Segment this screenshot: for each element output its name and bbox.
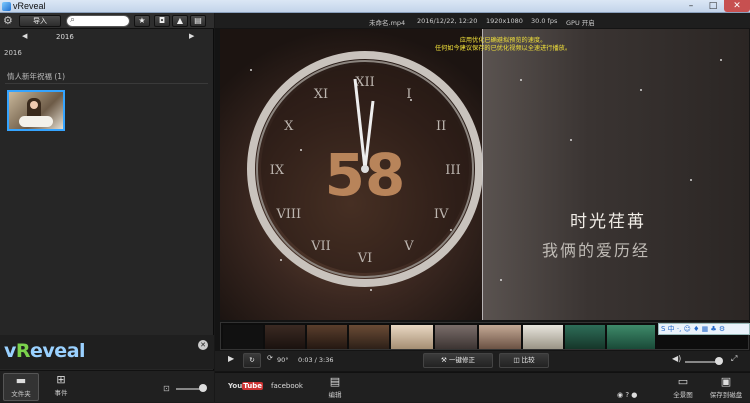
video-resolution: 1920x1080 [486,17,523,25]
volume-slider[interactable] [685,361,719,363]
library-panel: ⚙ 导入 ⌕ ★ ◘ ▲ ▤ ◀ 2016 ▶ 2016 情人新年祝福 (1) … [0,13,214,402]
play-icon[interactable]: ▶ [228,354,234,363]
clock-numeral: II [436,119,446,134]
auto-fix-button[interactable]: ⚒ 一键修正 [423,353,493,368]
player-bottom-bar: YouTube facebook ▤ 编辑 ◉ ? ● ▭ 全景图 ▣ 保存到磁… [215,372,750,402]
search-icon: ⌕ [70,15,76,25]
clock-numeral: IX [270,163,285,178]
vreveal-logo: vReveal [4,340,86,362]
import-button[interactable]: 导入 [19,15,61,27]
prev-year-arrow-icon[interactable]: ◀ [22,32,27,40]
close-button[interactable]: ✕ [724,0,750,12]
clock-numeral: XII [355,75,375,90]
optimization-notice: 应用优化已确避拟预览的速度。 任何如今建议保存的已优化视频以全速进行播放。 [434,37,572,52]
rotate-icon[interactable]: ⟳ [267,354,273,362]
save-disk-icon: ▣ [720,375,732,388]
rotate-label[interactable]: 90° [277,356,289,364]
save-to-disk-button[interactable]: ▣ 保存到磁盘 [706,375,746,403]
panorama-icon: ▭ [677,375,689,388]
window-title: vReveal [13,1,46,11]
favorite-star-icon[interactable]: ★ [134,15,150,27]
enhanced-view [482,29,749,320]
maximize-button[interactable]: □ [702,0,724,12]
clock-numeral: IV [434,207,449,222]
year-navigator: ◀ 2016 ▶ [0,30,214,44]
thumbnail-zoom-icon: ⊡ [163,384,170,393]
clock-number: 58 [325,141,406,209]
video-datetime: 2016/12/22, 12:20 [417,17,478,25]
ime-toolbar[interactable]: S 中 ·, ☺ ♦ ▦ ♣ ⚙ [658,323,750,335]
video-caption-1: 时光荏苒 [570,212,646,232]
clock-numeral: VIII [275,207,301,222]
timeline-filmstrip[interactable]: S 中 ·, ☺ ♦ ▦ ♣ ⚙ [220,322,750,350]
title-bar: vReveal – □ ✕ [0,0,750,13]
year-heading: 2016 [4,49,22,57]
film-filter-icon[interactable]: ▤ [190,15,206,27]
playback-controls: ▶ ↻ ⟳ 90° 0:03 / 3:36 ⚒ 一键修正 ◫ 比较 ◀) ⤢ [215,351,750,371]
volume-knob[interactable] [715,357,723,365]
clock-numeral: V [403,239,414,254]
panorama-button[interactable]: ▭ 全景图 [668,375,698,403]
clock-numeral: X [284,119,294,134]
minimize-button[interactable]: – [680,0,702,12]
tab-events[interactable]: ⊞ 事件 [43,373,79,401]
settings-icon[interactable]: ⚙ [3,14,13,27]
app-icon [2,2,11,11]
volume-icon[interactable]: ◀) [672,354,681,363]
facebook-button[interactable]: facebook [271,382,303,390]
time-display: 0:03 / 3:36 [298,356,334,364]
next-year-arrow-icon[interactable]: ▶ [189,32,194,40]
video-preview[interactable]: XII I II III IV V VI VII VIII IX X XI 58 应用优化已确避拟预览… [220,29,749,320]
grid-icon: ⊞ [56,373,66,386]
edit-button[interactable]: ▤ 编辑 [322,375,348,403]
video-info-bar: 未命名.mp4 2016/12/22, 12:20 1920x1080 30.0… [215,13,750,28]
close-logo-icon[interactable]: ✕ [198,340,208,350]
app-window: vReveal – □ ✕ ⚙ 导入 ⌕ ★ ◘ ▲ ▤ ◀ 2016 ▶ 20… [0,0,750,402]
search-input[interactable]: ⌕ [66,15,130,27]
clock-graphic: XIIIIIIIIIVVVIVIIVIIIIXXXI 58 [247,51,483,287]
compare-button[interactable]: ◫ 比较 [499,353,549,368]
thumbnail-size-knob[interactable] [199,384,207,392]
compare-divider[interactable] [482,29,483,320]
clock-numeral: VI [357,251,373,266]
clock-numeral: XI [314,87,328,102]
video-thumbnail[interactable] [7,90,65,131]
video-fps: 30.0 fps [531,17,558,25]
clock-numeral: III [445,163,460,178]
video-filename: 未命名.mp4 [369,19,406,27]
youtube-button[interactable]: YouTube [228,382,263,390]
tab-folders[interactable]: ▬ 文件夹 [3,373,39,401]
fullscreen-icon[interactable]: ⤢ [731,354,737,364]
event-title[interactable]: 情人新年祝福 (1) [7,71,65,82]
year-nav-value: 2016 [56,33,74,41]
edit-icon: ▤ [329,375,341,388]
landscape-filter-icon[interactable]: ▲ [172,15,188,27]
video-caption-2: 我俩的爱历经 [542,241,651,260]
camera-filter-icon[interactable]: ◘ [154,15,170,27]
library-bottom-bar: ▬ 文件夹 ⊞ 事件 ⊡ [0,370,214,402]
folder-icon: ▬ [15,374,27,387]
event-divider [5,83,208,84]
clock-numeral: VII [310,239,331,254]
system-tray: ◉ ? ● [617,391,638,399]
loop-icon[interactable]: ↻ [243,353,261,368]
player-panel: 未命名.mp4 2016/12/22, 12:20 1920x1080 30.0… [215,13,750,402]
library-toolbar: ⚙ 导入 ⌕ ★ ◘ ▲ ▤ [0,13,214,29]
gpu-status: GPU 开启 [566,19,595,27]
